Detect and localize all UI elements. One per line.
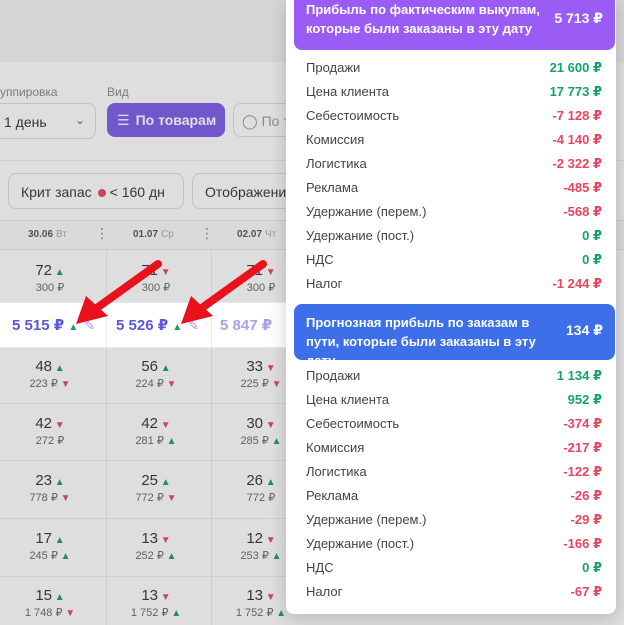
section1-row-label: Логистика [306,156,367,171]
section1-row: Удержание (пост.) 0 ₽ [306,228,602,252]
section1-row-value: -7 128 ₽ [552,108,602,123]
section1-row: НДС 0 ₽ [306,252,602,276]
actual-profit-header: Прибыль по фактическим выкупам, которые … [294,0,615,50]
section2-row: Удержание (пост.) -166 ₽ [306,536,602,560]
red-arrow-annotation [181,260,267,324]
section1-row: Цена клиента 17 773 ₽ [306,84,602,108]
section2-row-label: Налог [306,584,343,599]
section1-row-value: 21 600 ₽ [549,60,602,75]
section2-row: Комиссия -217 ₽ [306,440,602,464]
section1-row: Логистика -2 322 ₽ [306,156,602,180]
red-arrow-annotation [76,260,162,324]
section2-row-value: -67 ₽ [570,584,602,599]
section2-row-value: -29 ₽ [570,512,602,527]
section2-row-value: -217 ₽ [563,440,602,455]
section2-row: Логистика -122 ₽ [306,464,602,488]
section1-row-label: Продажи [306,60,361,75]
section1-row-label: Налог [306,276,343,291]
section2-row: Удержание (перем.) -29 ₽ [306,512,602,536]
section1-row-label: Реклама [306,180,359,195]
section1-row-label: Удержание (пост.) [306,228,415,243]
actual-profit-title: Прибыль по фактическим выкупам, которые … [306,2,540,36]
section2-row-value: 0 ₽ [582,560,602,575]
section2-row-label: Комиссия [306,440,365,455]
section1-row: Комиссия -4 140 ₽ [306,132,602,156]
section1-row-label: Себестоимость [306,108,400,123]
section1-row: Налог -1 244 ₽ [306,276,602,300]
section1-row-value: -2 322 ₽ [552,156,602,171]
section2-row-label: НДС [306,560,334,575]
section2-row: Цена клиента 952 ₽ [306,392,602,416]
section1-row: Реклама -485 ₽ [306,180,602,204]
section1-row-value: -568 ₽ [563,204,602,219]
section2-row-value: -374 ₽ [563,416,602,431]
section2-row-label: Цена клиента [306,392,389,407]
section1-row-label: Комиссия [306,132,365,147]
section1-row-label: НДС [306,252,334,267]
profit-breakdown-popup: Прибыль по фактическим выкупам, которые … [286,0,616,614]
forecast-profit-total: 134 ₽ [566,322,603,338]
section1-row: Удержание (перем.) -568 ₽ [306,204,602,228]
section1-row-value: -4 140 ₽ [552,132,602,147]
section1-row-value: 0 ₽ [582,252,602,267]
section2-row-label: Удержание (пост.) [306,536,415,551]
forecast-profit-title: Прогнозная прибыль по заказам в пути, ко… [306,315,536,368]
section2-row-label: Реклама [306,488,359,503]
section1-row-value: -1 244 ₽ [552,276,602,291]
section2-row: Реклама -26 ₽ [306,488,602,512]
profit-value: 5 515 ₽ [12,317,65,334]
section1-row-label: Цена клиента [306,84,389,99]
section2-row-label: Продажи [306,368,361,383]
forecast-profit-header: Прогнозная прибыль по заказам в пути, ко… [294,304,615,368]
section2-row-value: -122 ₽ [563,464,602,479]
section2-row: Налог -67 ₽ [306,584,602,608]
section1-row-value: -485 ₽ [563,180,602,195]
section2-row-value: 1 134 ₽ [556,368,602,383]
section1-row: Себестоимость -7 128 ₽ [306,108,602,132]
section1-row-value: 17 773 ₽ [549,84,602,99]
section2-row-value: -166 ₽ [563,536,602,551]
section2-row-value: -26 ₽ [570,488,602,503]
section1-row: Продажи 21 600 ₽ [306,60,602,84]
section1-row-value: 0 ₽ [582,228,602,243]
section2-row: Продажи 1 134 ₽ [306,368,602,392]
section2-row-label: Удержание (перем.) [306,512,427,527]
section2-row-label: Себестоимость [306,416,400,431]
section2-row-value: 952 ₽ [567,392,602,407]
section2-row-label: Логистика [306,464,367,479]
section2-row: НДС 0 ₽ [306,560,602,584]
section1-row-label: Удержание (перем.) [306,204,427,219]
actual-profit-total: 5 713 ₽ [554,10,603,26]
section2-row: Себестоимость -374 ₽ [306,416,602,440]
